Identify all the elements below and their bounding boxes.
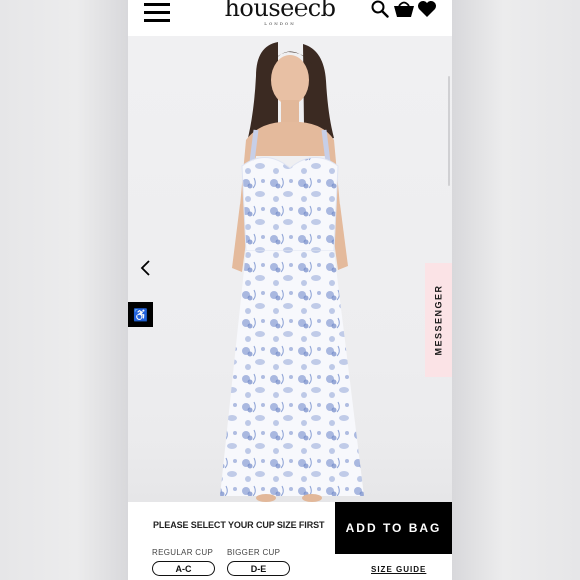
brand-logo-subtitle: LONDON <box>264 21 296 26</box>
scrollbar[interactable] <box>448 76 450 186</box>
add-to-bag-button[interactable]: ADD TO BAG <box>335 502 452 554</box>
cup-option-d-e[interactable]: D-E <box>227 561 290 576</box>
cup-size-prompt: PLEASE SELECT YOUR CUP SIZE FIRST <box>153 520 325 530</box>
bigger-cup-group: BIGGER CUP D-E <box>227 548 290 576</box>
shopping-bag-icon[interactable] <box>393 0 415 23</box>
background-blur-right <box>452 0 580 580</box>
regular-cup-label: REGULAR CUP <box>152 548 214 557</box>
heart-icon[interactable] <box>417 0 437 23</box>
messenger-tab[interactable]: MESSENGER <box>425 263 452 377</box>
hamburger-icon[interactable] <box>144 3 170 22</box>
regular-cup-group: REGULAR CUP A-C <box>152 548 215 576</box>
site-header: house℮cb LONDON <box>128 0 452 36</box>
search-icon[interactable] <box>371 0 389 23</box>
size-guide-link[interactable]: SIZE GUIDE <box>371 565 426 574</box>
accessibility-icon[interactable]: ♿ <box>128 302 153 327</box>
messenger-label: MESSENGER <box>433 284 444 356</box>
bigger-cup-label: BIGGER CUP <box>227 548 281 557</box>
background-blur-left <box>0 0 128 580</box>
model-figure <box>220 42 364 502</box>
product-image[interactable]: ♿ MESSENGER <box>128 36 452 502</box>
purchase-bar: PLEASE SELECT YOUR CUP SIZE FIRST ADD TO… <box>128 502 452 580</box>
cup-option-a-c[interactable]: A-C <box>152 561 215 576</box>
chevron-left-icon[interactable] <box>138 258 154 278</box>
brand-logo[interactable]: house℮cb <box>220 0 340 23</box>
mobile-screen: house℮cb LONDON ♿ MESSENGER PLEASE SELEC… <box>128 0 452 580</box>
